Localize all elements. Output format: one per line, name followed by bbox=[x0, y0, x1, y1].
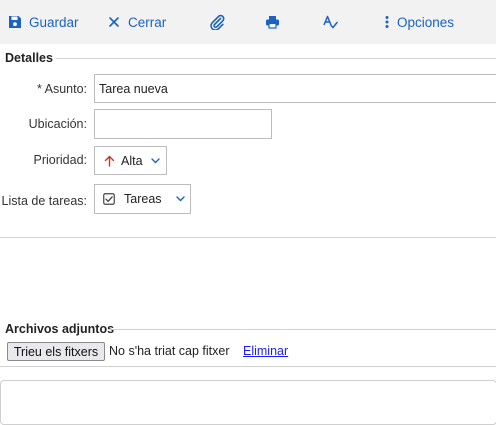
location-label: Ubicación: bbox=[28, 117, 87, 131]
chevron-down-icon bbox=[150, 157, 160, 164]
chevron-down-icon bbox=[175, 196, 185, 202]
toolbar: Guardar Cerrar Opciones bbox=[0, 0, 496, 44]
subject-input[interactable] bbox=[94, 74, 496, 103]
save-button[interactable]: Guardar bbox=[8, 0, 79, 44]
save-label: Guardar bbox=[29, 14, 79, 30]
print-button[interactable] bbox=[265, 0, 280, 44]
paperclip-icon bbox=[209, 14, 225, 30]
location-input[interactable] bbox=[94, 109, 272, 139]
attachments-divider bbox=[108, 329, 496, 330]
choose-files-button[interactable]: Trieu els fitxers bbox=[7, 342, 105, 361]
attach-button[interactable] bbox=[209, 0, 225, 44]
checkbox-icon bbox=[103, 193, 115, 205]
details-title: Detalles bbox=[5, 51, 53, 65]
floppy-icon bbox=[8, 15, 22, 29]
close-icon bbox=[108, 16, 120, 28]
spellcheck-button[interactable] bbox=[323, 0, 338, 44]
printer-icon bbox=[265, 15, 280, 29]
options-button[interactable]: Opciones bbox=[384, 0, 454, 44]
priority-select[interactable]: Alta bbox=[94, 146, 167, 175]
description-textarea[interactable] bbox=[0, 380, 496, 425]
close-button[interactable]: Cerrar bbox=[108, 0, 166, 44]
priority-value: Alta bbox=[121, 153, 143, 168]
attachments-title: Archivos adjuntos bbox=[5, 322, 115, 336]
options-label: Opciones bbox=[397, 14, 455, 30]
tasklist-select[interactable]: Tareas bbox=[94, 184, 191, 214]
priority-label: Prioridad: bbox=[33, 153, 88, 167]
subject-label: * Asunto: bbox=[36, 82, 87, 96]
kebab-icon bbox=[384, 15, 390, 29]
details-end-divider bbox=[0, 237, 496, 238]
tasklist-value: Tareas bbox=[124, 192, 162, 206]
details-divider bbox=[56, 58, 496, 59]
close-label: Cerrar bbox=[128, 14, 167, 30]
remove-link[interactable]: Eliminar bbox=[243, 344, 288, 358]
spellcheck-icon bbox=[323, 15, 338, 29]
arrow-up-icon bbox=[104, 155, 115, 167]
tasklist-label: Lista de tareas: bbox=[1, 194, 87, 208]
no-file-text: No s'ha triat cap fitxer bbox=[109, 344, 230, 358]
attachments-end-divider bbox=[0, 366, 496, 367]
